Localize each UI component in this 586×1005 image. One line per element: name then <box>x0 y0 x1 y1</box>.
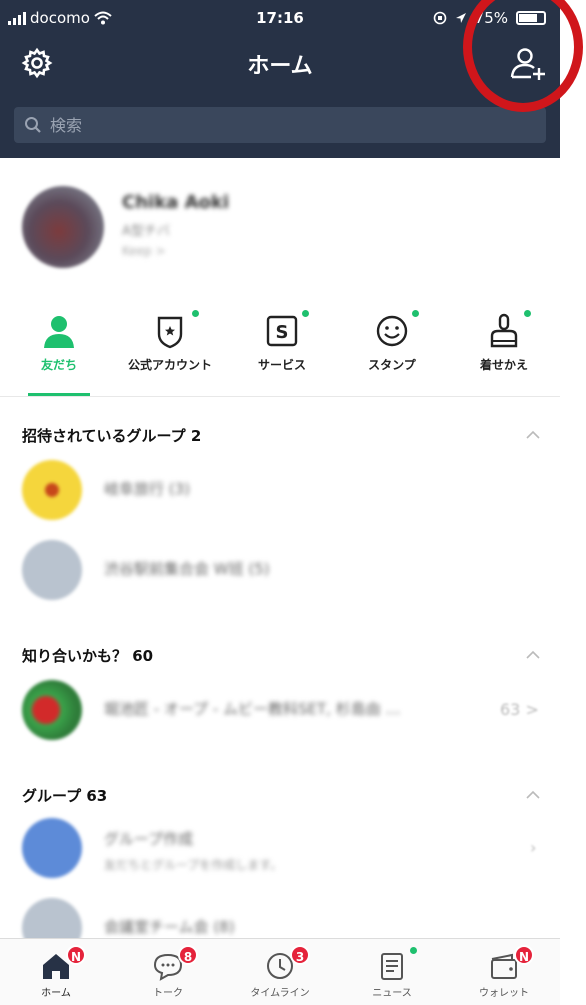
group-avatar <box>22 460 82 520</box>
theme-brush-icon <box>490 313 518 348</box>
nav-label: タイムライン <box>250 988 310 999</box>
tab-label: スタンプ <box>368 358 416 372</box>
nav-news[interactable]: ニュース <box>336 939 448 1005</box>
service-icon: S <box>266 315 298 347</box>
profile-keep[interactable]: Keep > <box>122 244 166 258</box>
tab-label: サービス <box>257 358 306 372</box>
nav-label: ホーム <box>41 988 71 999</box>
profile-card[interactable]: Chika Aoki A型チバ Keep > <box>0 172 560 282</box>
row-title: 堀池匠 - オープ - ムビー教科SET, 杉島由 … <box>104 700 401 718</box>
section-invited-groups: 招待されているグループ 2 <box>22 427 202 445</box>
search-bar[interactable] <box>14 107 546 143</box>
new-dot <box>410 947 417 954</box>
group-avatar <box>22 540 82 600</box>
nav-label: トーク <box>153 988 183 999</box>
new-dot <box>302 310 309 317</box>
tab-themes[interactable]: 着せかえ <box>448 304 560 396</box>
new-dot <box>412 310 419 317</box>
tab-services[interactable]: S サービス <box>226 304 338 396</box>
list-item[interactable]: 渋谷駅前集合会 W班 (5) <box>0 538 560 608</box>
bottom-nav: N ホーム 8 トーク 3 タイムライン ニュース N ウォレット <box>0 938 560 1005</box>
row-title: グループ作成 <box>104 830 194 848</box>
nav-home[interactable]: N ホーム <box>0 939 112 1005</box>
badge: N <box>66 945 86 965</box>
list-item[interactable]: 会議室チーム会 (8) <box>0 896 560 938</box>
official-account-icon <box>157 316 183 349</box>
tab-label: 着せかえ <box>479 358 528 372</box>
profile-status: A型チバ <box>122 224 170 239</box>
create-group-avatar <box>22 818 82 878</box>
nav-label: ニュース <box>372 988 412 999</box>
tab-stickers[interactable]: スタンプ <box>336 304 448 396</box>
tab-label: 公式アカウント <box>127 358 212 372</box>
category-tabs: 友だち 公式アカウント S サービス スタンプ 着せかえ <box>0 304 560 397</box>
sticker-icon <box>376 315 408 347</box>
search-input[interactable] <box>48 114 532 136</box>
badge: 8 <box>178 945 198 965</box>
row-title: 渋谷駅前集合会 W班 (5) <box>104 560 270 578</box>
list-item[interactable]: 岐阜旅行 (3) <box>0 458 560 528</box>
tab-friends[interactable]: 友だち <box>3 304 115 396</box>
active-tab-indicator <box>28 393 90 396</box>
badge: N <box>514 945 534 965</box>
row-title: 岐阜旅行 (3) <box>104 480 191 498</box>
section-suggestions: 知り合いかも？ 60 <box>22 647 154 665</box>
new-dot <box>524 310 531 317</box>
chevron-up-icon[interactable] <box>526 650 540 660</box>
new-dot <box>192 310 199 317</box>
row-count: 63 > <box>500 700 539 719</box>
friend-avatar <box>22 680 82 740</box>
nav-label: ウォレット <box>479 988 529 999</box>
search-icon <box>25 117 41 133</box>
chevron-up-icon[interactable] <box>526 430 540 440</box>
person-icon <box>44 316 74 348</box>
group-avatar <box>22 898 82 938</box>
list-item[interactable]: グループ作成 友だちとグループを作成します。 › <box>0 816 560 886</box>
svg-text:S: S <box>276 322 289 343</box>
news-icon <box>381 953 403 980</box>
chevron-right-icon: › <box>530 838 537 857</box>
location-icon <box>455 13 466 23</box>
nav-timeline[interactable]: 3 タイムライン <box>224 939 336 1005</box>
rotation-lock-icon <box>433 11 446 25</box>
nav-talk[interactable]: 8 トーク <box>112 939 224 1005</box>
avatar[interactable] <box>22 186 104 268</box>
tab-label: 友だち <box>40 358 77 372</box>
chevron-up-icon[interactable] <box>526 790 540 800</box>
tab-official-accounts[interactable]: 公式アカウント <box>114 304 226 396</box>
row-subtitle: 友だちとグループを作成します。 <box>104 858 283 872</box>
section-groups: グループ 63 <box>22 787 108 805</box>
badge: 3 <box>290 945 310 965</box>
row-title: 会議室チーム会 (8) <box>104 918 235 936</box>
list-item[interactable]: 堀池匠 - オープ - ムビー教科SET, 杉島由 … 63 > <box>0 678 560 748</box>
profile-name: Chika Aoki <box>122 192 230 213</box>
nav-wallet[interactable]: N ウォレット <box>448 939 560 1005</box>
